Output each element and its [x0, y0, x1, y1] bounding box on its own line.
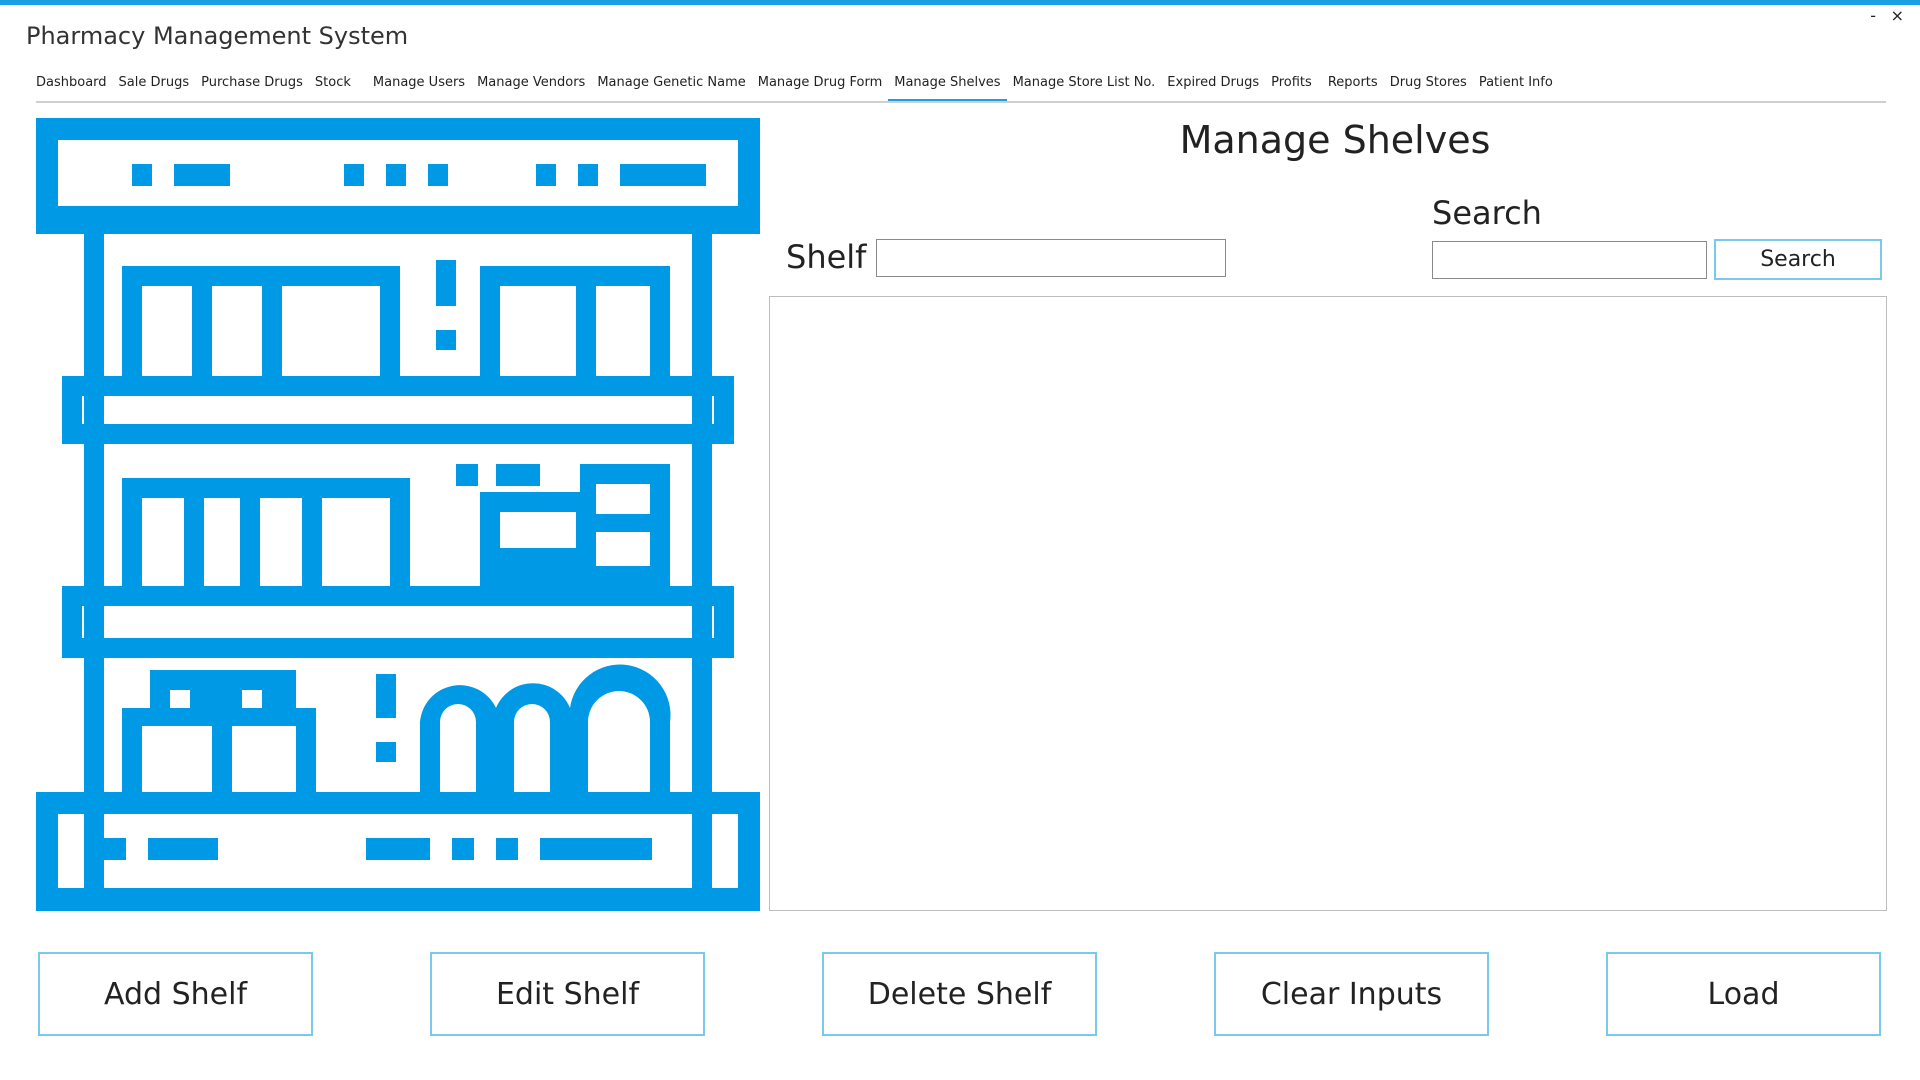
tabs-divider: [36, 101, 1886, 103]
tab-drug-stores[interactable]: Drug Stores: [1384, 74, 1473, 102]
search-label: Search: [1432, 194, 1542, 232]
page-title: Manage Shelves: [1179, 118, 1491, 162]
tab-sale-drugs[interactable]: Sale Drugs: [113, 74, 196, 102]
tab-manage-store-list-no[interactable]: Manage Store List No.: [1007, 74, 1162, 102]
close-button[interactable]: ×: [1891, 6, 1904, 25]
tab-stock[interactable]: Stock: [309, 74, 357, 102]
pharmacy-shelves-icon: [36, 118, 760, 911]
tab-manage-genetic-name[interactable]: Manage Genetic Name: [591, 74, 751, 102]
clear-inputs-button[interactable]: Clear Inputs: [1214, 952, 1489, 1036]
minimize-button[interactable]: -: [1870, 6, 1876, 25]
tab-manage-users[interactable]: Manage Users: [367, 74, 471, 102]
add-shelf-button[interactable]: Add Shelf: [38, 952, 313, 1036]
shelf-input[interactable]: [876, 239, 1226, 277]
window-accent-bar: [0, 0, 1920, 5]
shelf-label: Shelf: [786, 238, 867, 276]
shelves-data-grid[interactable]: [769, 296, 1887, 911]
app-title: Pharmacy Management System: [26, 22, 409, 50]
tab-expired-drugs[interactable]: Expired Drugs: [1161, 74, 1265, 102]
tab-purchase-drugs[interactable]: Purchase Drugs: [195, 74, 309, 102]
nav-tabs: Dashboard Sale Drugs Purchase Drugs Stoc…: [30, 74, 1559, 104]
tab-manage-drug-form[interactable]: Manage Drug Form: [752, 74, 889, 102]
delete-shelf-button[interactable]: Delete Shelf: [822, 952, 1097, 1036]
tab-reports[interactable]: Reports: [1322, 74, 1384, 102]
tab-manage-shelves[interactable]: Manage Shelves: [888, 74, 1007, 102]
edit-shelf-button[interactable]: Edit Shelf: [430, 952, 705, 1036]
tab-patient-info[interactable]: Patient Info: [1473, 74, 1559, 102]
load-button[interactable]: Load: [1606, 952, 1881, 1036]
tab-manage-vendors[interactable]: Manage Vendors: [471, 74, 591, 102]
search-button[interactable]: Search: [1714, 239, 1882, 280]
search-input[interactable]: [1432, 241, 1707, 279]
tab-dashboard[interactable]: Dashboard: [30, 74, 113, 102]
tab-profits[interactable]: Profits: [1265, 74, 1318, 102]
